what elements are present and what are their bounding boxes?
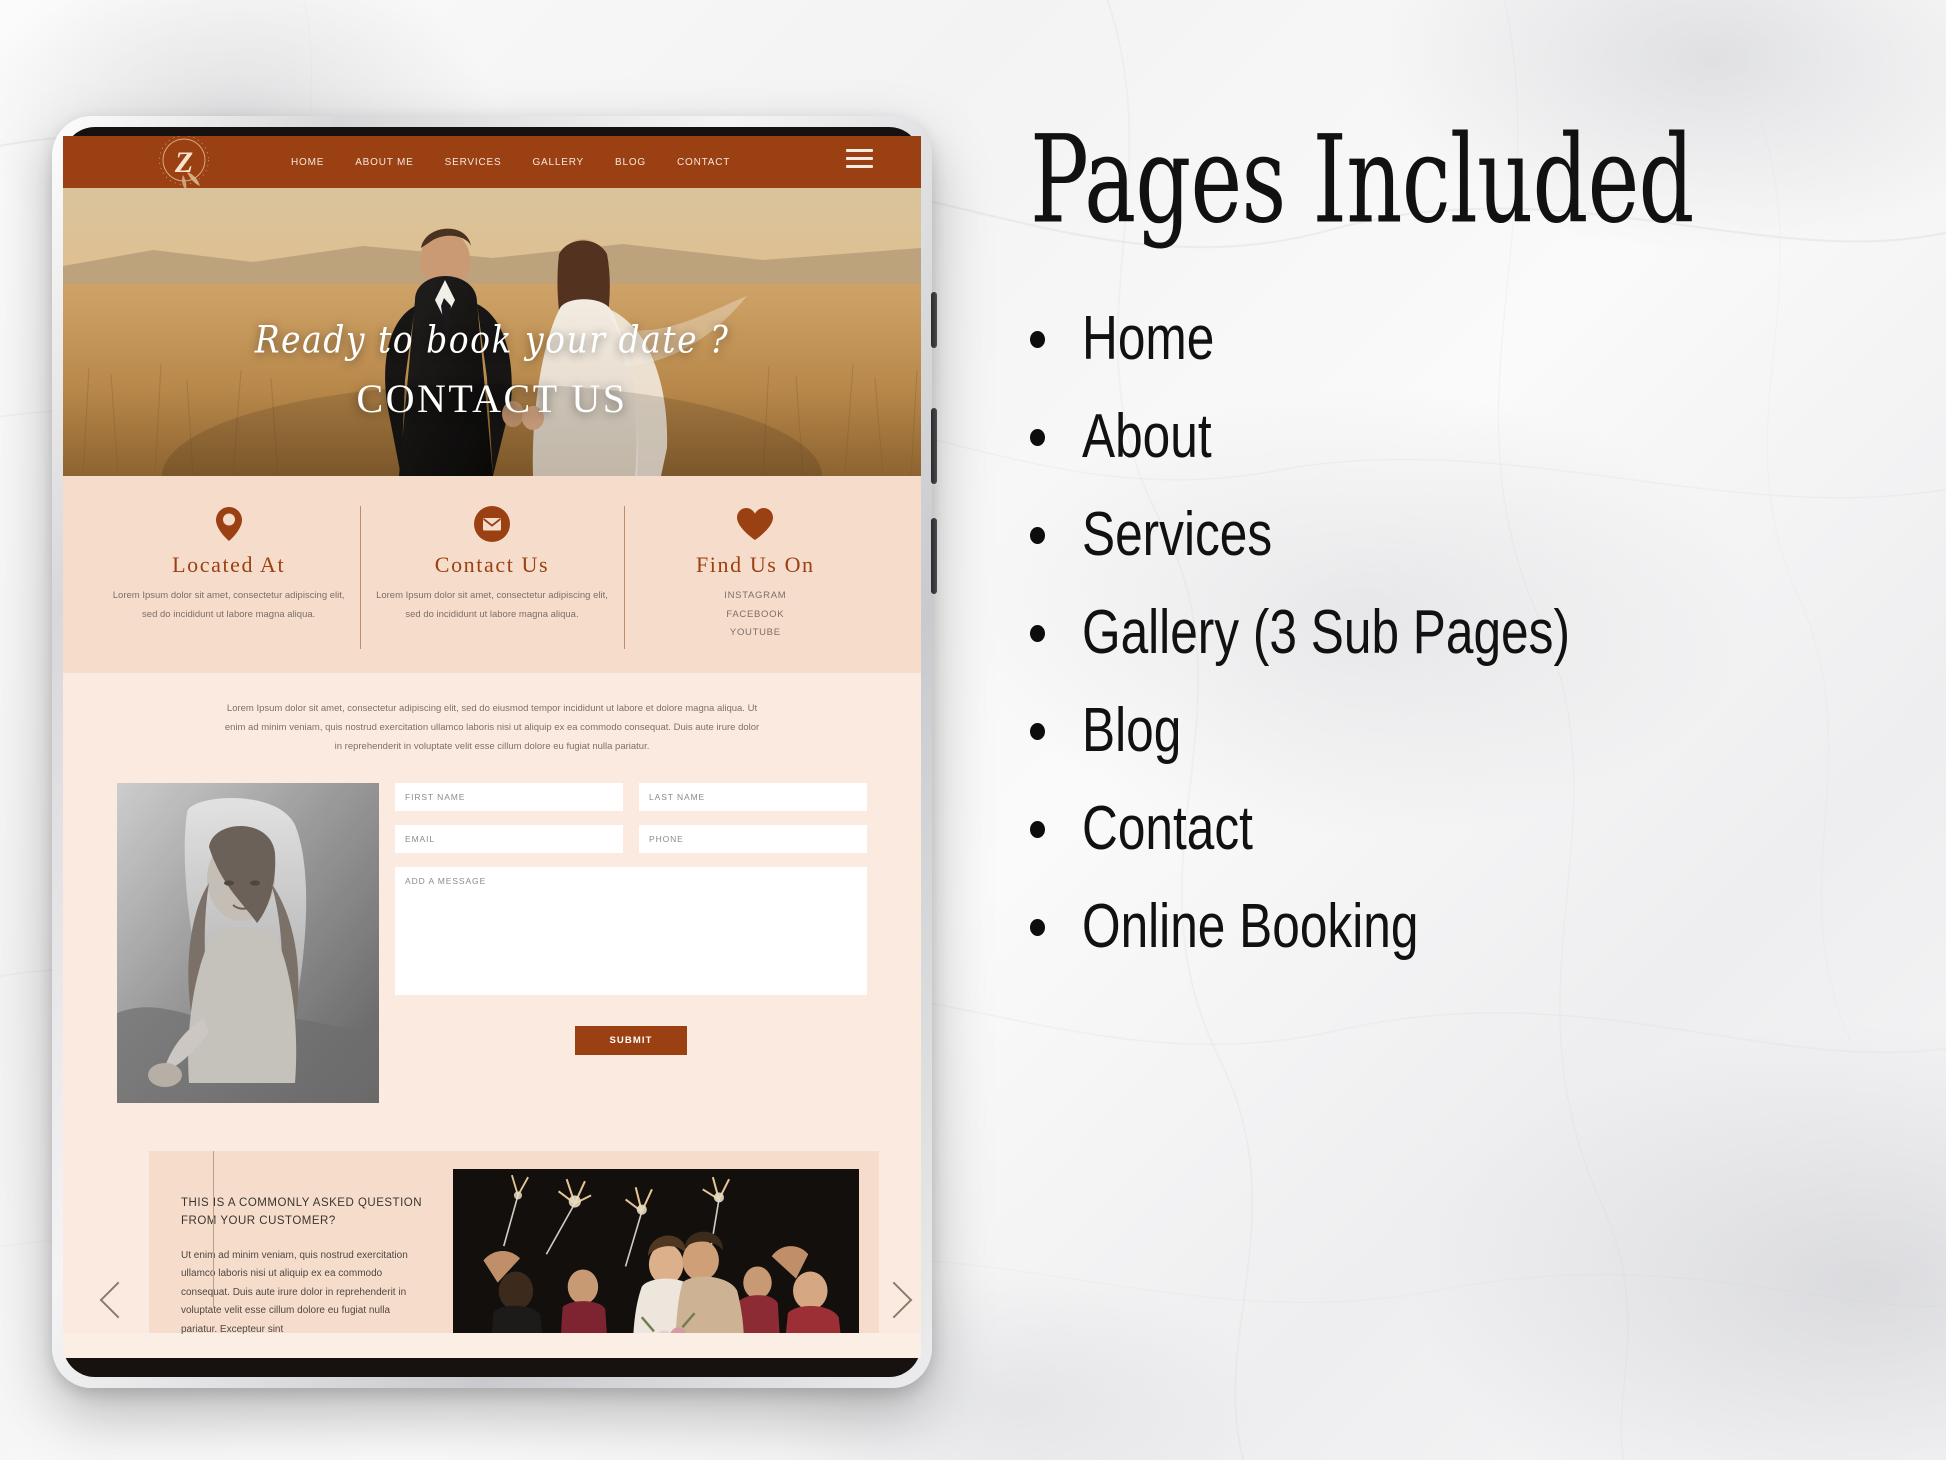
- list-item: Home: [1030, 308, 1900, 370]
- site-navbar: Z HOME ABOUT ME SERVICES GALLERY BLOG CO…: [63, 136, 921, 190]
- info-column-find-us-on: Find Us On INSTAGRAM FACEBOOK YOUTUBE: [623, 504, 887, 649]
- info-column-contact-us: Contact Us Lorem Ipsum dolor sit amet, c…: [360, 504, 623, 649]
- contact-form-section: Lorem Ipsum dolor sit amet, consectetur …: [63, 672, 921, 1137]
- faq-sparkler-photo: [453, 1168, 859, 1333]
- heart-icon: [638, 504, 873, 544]
- social-link-youtube[interactable]: YOUTUBE: [638, 624, 873, 643]
- hamburger-menu-icon[interactable]: [846, 149, 873, 173]
- faq-carousel-section: THIS IS A COMMONLY ASKED QUESTION FROM Y…: [63, 1136, 921, 1335]
- submit-button[interactable]: SUBMIT: [575, 1025, 687, 1055]
- form-row-name: [395, 782, 867, 811]
- list-item: Services: [1030, 504, 1900, 566]
- bullet-icon: [1030, 918, 1045, 936]
- nav-item-contact[interactable]: CONTACT: [677, 157, 730, 168]
- tablet-side-button-middle[interactable]: [931, 408, 937, 484]
- info-column-located-at: Located At Lorem Ipsum dolor sit amet, c…: [97, 504, 360, 643]
- info-body: Lorem Ipsum dolor sit amet, consectetur …: [112, 590, 345, 620]
- submit-row: SUBMIT: [395, 1025, 867, 1055]
- nav-item-gallery[interactable]: GALLERY: [532, 157, 584, 168]
- nav-item-about-me[interactable]: ABOUT ME: [355, 157, 413, 168]
- pages-included-panel: Pages Included Home About Services Galle…: [1030, 120, 1900, 994]
- bullet-icon: [1030, 820, 1045, 838]
- nav-item-home[interactable]: HOME: [291, 157, 324, 168]
- info-title: Located At: [172, 552, 286, 577]
- page-title: Pages Included: [1030, 110, 1694, 251]
- primary-nav-links: HOME ABOUT ME SERVICES GALLERY BLOG CONT…: [291, 157, 730, 168]
- pages-included-list: Home About Services Gallery (3 Sub Pages…: [1030, 308, 1900, 958]
- list-item: Blog: [1030, 700, 1900, 762]
- list-item: Online Booking: [1030, 896, 1900, 958]
- faq-text-block: THIS IS A COMMONLY ASKED QUESTION FROM Y…: [149, 1151, 453, 1335]
- tablet-screen: Z HOME ABOUT ME SERVICES GALLERY BLOG CO…: [63, 136, 921, 1358]
- chevron-left-icon[interactable]: [99, 1281, 137, 1319]
- tablet-device-mockup: Z HOME ABOUT ME SERVICES GALLERY BLOG CO…: [52, 116, 937, 1388]
- brand-logo[interactable]: Z: [153, 136, 215, 194]
- z-monogram-icon: Z: [159, 136, 209, 190]
- form-row-contact: [395, 824, 867, 853]
- form-fields: SUBMIT: [395, 782, 867, 1103]
- contact-info-row: Located At Lorem Ipsum dolor sit amet, c…: [63, 476, 921, 673]
- faq-divider-line: [213, 1150, 214, 1307]
- tablet-side-button-top[interactable]: [931, 292, 937, 348]
- hero-script-line: Ready to book your date ?: [254, 317, 730, 362]
- social-links-list: INSTAGRAM FACEBOOK YOUTUBE: [638, 587, 873, 643]
- bullet-icon: [1030, 526, 1045, 544]
- hero-page-title: CONTACT US: [356, 376, 628, 421]
- faq-answer: Ut enim ad minim veniam, quis nostrud ex…: [181, 1249, 408, 1335]
- page-name-services: Services: [1082, 500, 1273, 569]
- page-name-about: About: [1082, 402, 1212, 471]
- last-name-input[interactable]: [639, 782, 867, 811]
- bride-portrait-photo: [117, 782, 379, 1103]
- social-link-instagram[interactable]: INSTAGRAM: [638, 587, 873, 606]
- nav-item-blog[interactable]: BLOG: [615, 157, 646, 168]
- hamburger-bar: [846, 165, 873, 168]
- social-link-facebook[interactable]: FACEBOOK: [638, 606, 873, 625]
- nav-item-services[interactable]: SERVICES: [445, 157, 502, 168]
- page-name-contact: Contact: [1082, 794, 1253, 863]
- page-name-blog: Blog: [1082, 696, 1182, 765]
- tablet-side-button-bottom[interactable]: [931, 518, 937, 594]
- info-body: Lorem Ipsum dolor sit amet, consectetur …: [376, 590, 608, 620]
- first-name-input[interactable]: [395, 782, 623, 811]
- hamburger-bar: [846, 149, 873, 152]
- faq-card: THIS IS A COMMONLY ASKED QUESTION FROM Y…: [149, 1150, 879, 1335]
- list-item: About: [1030, 406, 1900, 468]
- page-name-online-booking: Online Booking: [1082, 892, 1419, 961]
- phone-input[interactable]: [639, 824, 867, 853]
- faq-question: THIS IS A COMMONLY ASKED QUESTION FROM Y…: [181, 1196, 423, 1227]
- form-area: SUBMIT: [117, 782, 867, 1103]
- info-title: Find Us On: [695, 552, 815, 577]
- location-pin-icon: [111, 504, 346, 544]
- email-input[interactable]: [395, 824, 623, 853]
- bullet-icon: [1030, 330, 1045, 348]
- bullet-icon: [1030, 428, 1045, 446]
- info-title: Contact Us: [434, 552, 550, 577]
- bullet-icon: [1030, 722, 1045, 740]
- list-item: Contact: [1030, 798, 1900, 860]
- message-textarea[interactable]: [395, 866, 867, 995]
- page-name-gallery: Gallery (3 Sub Pages): [1082, 598, 1570, 667]
- page-name-home: Home: [1082, 304, 1215, 373]
- hamburger-bar: [846, 157, 873, 160]
- hero-banner: Ready to book your date ? CONTACT US: [63, 188, 921, 476]
- hero-text-block: Ready to book your date ? CONTACT US: [63, 317, 921, 422]
- list-item: Gallery (3 Sub Pages): [1030, 602, 1900, 664]
- bullet-icon: [1030, 624, 1045, 642]
- intro-paragraph: Lorem Ipsum dolor sit amet, consectetur …: [224, 702, 760, 753]
- faq-inner: THIS IS A COMMONLY ASKED QUESTION FROM Y…: [149, 1151, 879, 1335]
- chevron-right-icon[interactable]: [875, 1281, 913, 1319]
- envelope-icon: [374, 504, 609, 544]
